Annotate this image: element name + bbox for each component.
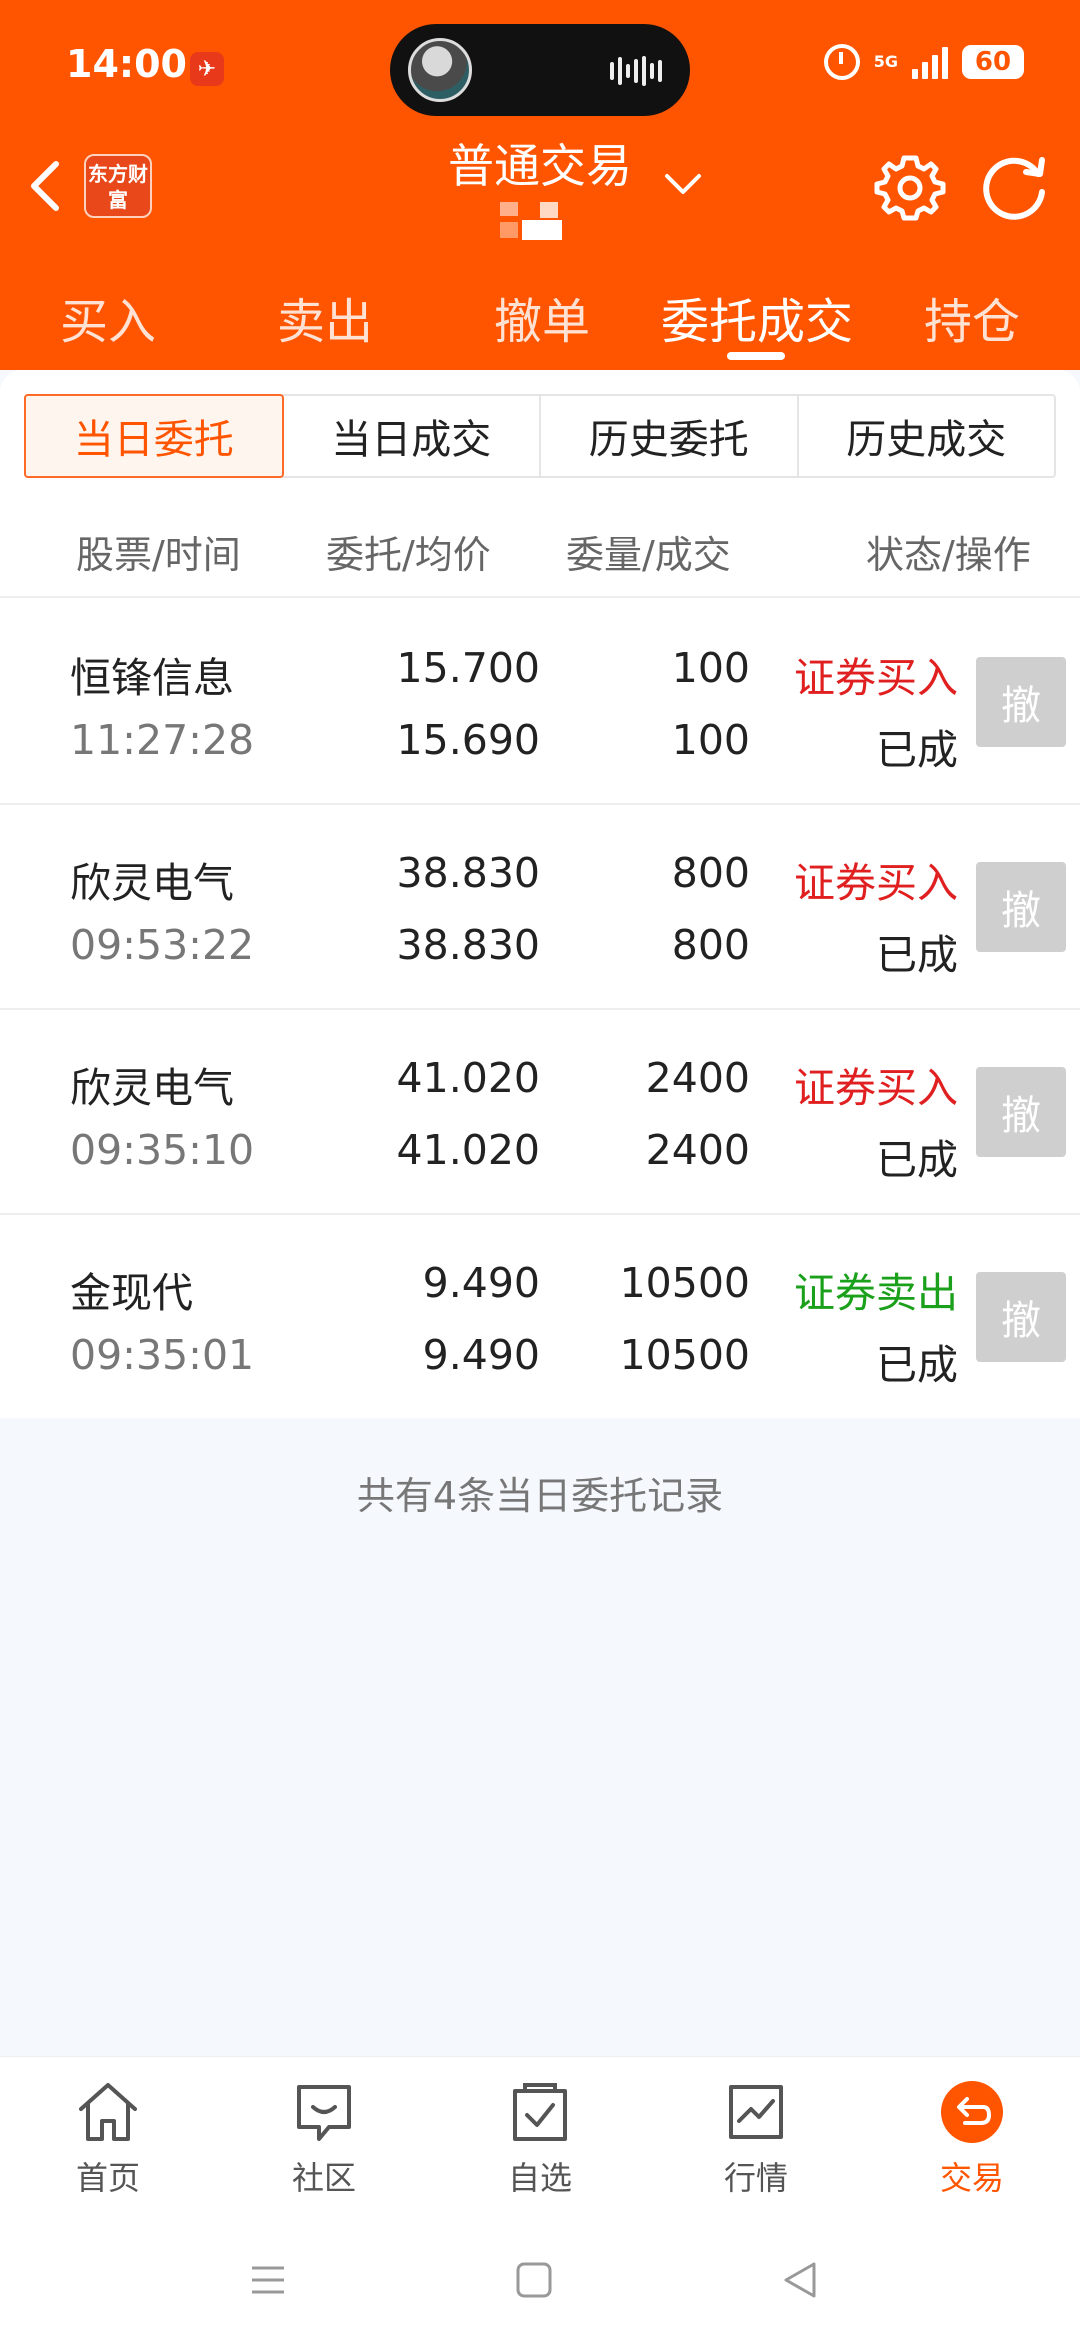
column-header-stock-time: 股票/时间: [76, 533, 241, 577]
notification-app-icon: ✈: [190, 52, 224, 86]
watchlist-icon: [513, 2083, 567, 2141]
sub-tab-bar: 当日委托 当日成交 历史委托 历史成交: [24, 394, 1056, 478]
battery-icon: 60: [962, 45, 1024, 79]
order-status: 已成: [876, 726, 958, 774]
cancel-order-button[interactable]: 撤: [976, 1067, 1066, 1157]
nav-home[interactable]: 首页: [0, 2057, 216, 2217]
tab-positions[interactable]: 持仓: [924, 282, 1020, 352]
order-quantity: 2400: [645, 1054, 750, 1102]
order-price: 38.830: [396, 849, 540, 897]
filled-quantity: 100: [671, 716, 750, 764]
subtab-history-trades[interactable]: 历史成交: [799, 396, 1055, 476]
table-header: 股票/时间 委托/均价 委量/成交 状态/操作: [0, 498, 1080, 598]
order-count-summary: 共有4条当日委托记录: [356, 1474, 724, 1518]
nav-community[interactable]: 社区: [216, 2057, 432, 2217]
bottom-navigation: 首页 社区 自选 行情 交易: [0, 2056, 1080, 2216]
order-direction: 证券买入: [794, 654, 958, 702]
column-header-status-action: 状态/操作: [866, 533, 1031, 577]
status-bar: 14:00 ✈ 5G 60: [0, 0, 1080, 140]
subtab-today-orders[interactable]: 当日委托: [24, 394, 284, 478]
nav-home-label: 首页: [75, 2159, 140, 2197]
average-price: 38.830: [396, 921, 540, 969]
chevron-down-icon[interactable]: [663, 168, 703, 198]
order-time: 11:27:28: [70, 716, 255, 764]
system-navigation-bar: [0, 2216, 1080, 2344]
settings-gear-icon[interactable]: [874, 152, 946, 224]
orders-panel: 当日委托 当日成交 历史委托 历史成交 股票/时间 委托/均价 委量/成交 状态…: [0, 370, 1080, 1418]
column-header-qty-filled: 委量/成交: [566, 533, 731, 577]
alarm-icon: [823, 44, 860, 80]
nav-watchlist-label: 自选: [507, 2159, 572, 2197]
filled-quantity: 800: [671, 921, 750, 969]
signal-icon: [912, 45, 948, 79]
dynamic-island[interactable]: [390, 24, 690, 116]
tab-cancel-order[interactable]: 撤单: [494, 282, 590, 352]
nav-community-label: 社区: [291, 2159, 356, 2197]
average-price: 9.490: [422, 1331, 540, 1379]
filled-quantity: 2400: [645, 1126, 750, 1174]
media-avatar-icon: [408, 38, 472, 102]
market-chart-icon: [729, 2085, 783, 2139]
tab-sell[interactable]: 卖出: [277, 282, 373, 352]
cancel-order-button[interactable]: 撤: [976, 1272, 1066, 1362]
order-quantity: 100: [671, 644, 750, 692]
order-status: 已成: [876, 931, 958, 979]
order-status: 已成: [876, 1341, 958, 1389]
tab-orders-trades[interactable]: 委托成交: [661, 282, 853, 352]
cancel-order-button[interactable]: 撤: [976, 862, 1066, 952]
chat-bubble-icon: [297, 2085, 351, 2141]
table-row[interactable]: 金现代 09:35:01 9.490 9.490 10500 10500 证券卖…: [0, 1215, 1080, 1420]
stock-name: 恒锋信息: [70, 654, 234, 702]
status-time: 14:00: [66, 42, 187, 86]
active-tab-indicator: [727, 352, 785, 360]
cancel-order-button[interactable]: 撤: [976, 657, 1066, 747]
table-row[interactable]: 恒锋信息 11:27:28 15.700 15.690 100 100 证券买入…: [0, 600, 1080, 805]
table-row[interactable]: 欣灵电气 09:35:10 41.020 41.020 2400 2400 证券…: [0, 1010, 1080, 1215]
order-price: 41.020: [396, 1054, 540, 1102]
nav-market[interactable]: 行情: [648, 2057, 864, 2217]
battery-level: 60: [974, 47, 1012, 77]
order-direction: 证券买入: [794, 859, 958, 907]
order-direction: 证券买入: [794, 1064, 958, 1112]
status-indicators: 5G 60: [823, 40, 1024, 84]
menu-icon[interactable]: [248, 2260, 288, 2300]
order-time: 09:35:10: [70, 1126, 255, 1174]
account-mosaic-icon: [500, 202, 562, 240]
trade-icon: [941, 2081, 1003, 2143]
tab-buy[interactable]: 买入: [60, 282, 156, 352]
refresh-icon[interactable]: [978, 152, 1052, 224]
order-status: 已成: [876, 1136, 958, 1184]
order-price: 15.700: [396, 644, 540, 692]
home-square-icon[interactable]: [514, 2260, 554, 2300]
nav-market-label: 行情: [723, 2159, 788, 2197]
average-price: 41.020: [396, 1126, 540, 1174]
order-price: 9.490: [422, 1259, 540, 1307]
subtab-history-orders[interactable]: 历史委托: [541, 396, 799, 476]
network-type: 5G: [873, 52, 898, 71]
main-tab-bar: 买入 卖出 撤单 委托成交 持仓: [0, 270, 1080, 370]
filled-quantity: 10500: [619, 1331, 750, 1379]
order-quantity: 800: [671, 849, 750, 897]
stock-name: 欣灵电气: [70, 1064, 234, 1112]
stock-name: 金现代: [70, 1269, 193, 1317]
order-time: 09:53:22: [70, 921, 255, 969]
audio-wave-icon: [610, 56, 662, 86]
order-quantity: 10500: [619, 1259, 750, 1307]
table-row[interactable]: 欣灵电气 09:53:22 38.830 38.830 800 800 证券买入…: [0, 805, 1080, 1010]
column-header-price-avg: 委托/均价: [326, 533, 491, 577]
nav-trade-label: 交易: [939, 2159, 1004, 2197]
back-triangle-icon[interactable]: [780, 2260, 820, 2300]
average-price: 15.690: [396, 716, 540, 764]
order-direction: 证券卖出: [794, 1269, 958, 1317]
subtab-today-trades[interactable]: 当日成交: [284, 396, 541, 476]
home-icon: [79, 2083, 137, 2141]
app-header: 14:00 ✈ 5G 60 东方财富 普通交易 买入 卖出 撤单 委托成交 持仓: [0, 0, 1080, 370]
nav-watchlist[interactable]: 自选: [432, 2057, 648, 2217]
nav-trade[interactable]: 交易: [864, 2057, 1080, 2217]
order-time: 09:35:01: [70, 1331, 255, 1379]
stock-name: 欣灵电气: [70, 859, 234, 907]
